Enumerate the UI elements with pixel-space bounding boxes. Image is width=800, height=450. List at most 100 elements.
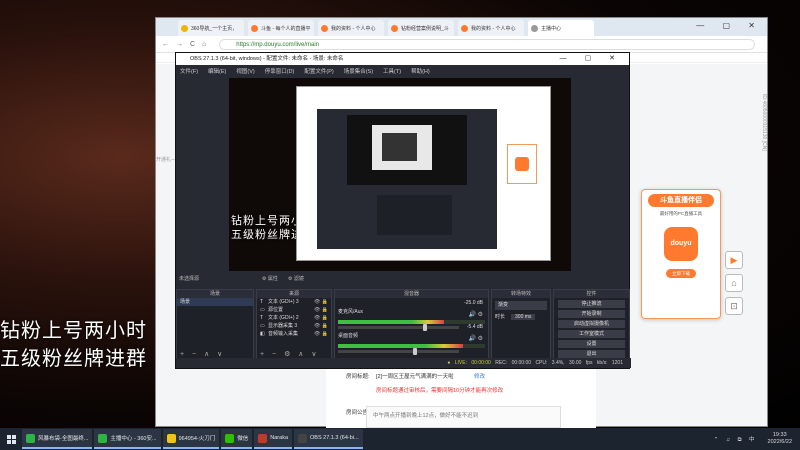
menu-edit[interactable]: 编辑(E) [208, 67, 226, 75]
mixer-track: 麦克风/Aux -25.0 dB 🔊 ⚙ [338, 300, 485, 331]
track-db: -25.0 dB [464, 300, 483, 306]
obs-menu-bar: 文件(F) 编辑(E) 视图(V) 停靠窗口(D) 配置文件(P) 场景集合(S… [176, 65, 629, 76]
taskbar-app[interactable]: 风暴布袋-全图最终... [22, 429, 93, 449]
source-label: 文本 (GDI+) 3 [268, 299, 299, 305]
home-icon[interactable]: ⌂ [725, 274, 743, 292]
forward-icon[interactable]: → [176, 41, 183, 48]
obs-preview[interactable]: 钻粉上号两小时 五级粉丝牌进群 [229, 78, 571, 271]
menu-docks[interactable]: 停靠窗口(D) [265, 67, 295, 75]
browser-tab[interactable]: 360导航_一个主页， [178, 20, 244, 36]
promo-card[interactable]: 斗鱼直播伴侣 最好用的PC直播工具 douyu 立即下载 [641, 189, 721, 319]
browser-window-controls[interactable]: — ▢ ✕ [696, 21, 763, 30]
browser-tab[interactable]: 斗鱼 - 每个人的直播平 [248, 20, 314, 36]
studio-mode-button[interactable]: 工作室模式 [558, 330, 625, 338]
nested-promo-card [507, 144, 537, 184]
visibility-lock-icons[interactable]: 👁 🔒 [314, 330, 328, 338]
virtual-camera-button[interactable]: 启动虚拟摄像机 [558, 320, 625, 328]
app-icon [258, 433, 268, 443]
overlay-line-2: 五级粉丝牌进群 [0, 346, 147, 370]
volume-knob[interactable] [413, 348, 418, 355]
exit-button[interactable]: 退出 [558, 350, 625, 358]
taskbar-app[interactable]: 主播中心 - 360安... [94, 429, 161, 449]
duration-label: 时长 [495, 314, 506, 320]
duration-input[interactable]: 300 ms [511, 314, 536, 320]
browser-tab[interactable]: 我的资料 - 个人中心 [458, 20, 524, 36]
transitions-dock-title: 转场特效 [492, 290, 550, 298]
tray-icons[interactable]: ⌃ ♫ ⧉ 中 [714, 435, 758, 444]
tab-label: 360导航_一个主页， [191, 25, 238, 32]
tab-bar: 360导航_一个主页， 斗鱼 - 每个人的直播平 我的资料 - 个人中心 钻粉经… [156, 18, 767, 36]
scene-item[interactable]: 场景 [177, 298, 253, 306]
stop-streaming-button[interactable]: 停止推流 [558, 300, 625, 308]
controls-dock-title: 控件 [554, 290, 629, 298]
browser-tab[interactable]: 钻粉经营案例说明_斗 [388, 20, 454, 36]
address-bar: ← → C ⌂ https://mp.douyu.com/live/main [156, 36, 767, 53]
level-meter [338, 344, 485, 348]
source-item[interactable]: T 文本 (GDI+) 2 👁 🔒 [257, 314, 331, 322]
room-title-value: [2]一周区王屋元气满满的一天啦 [376, 374, 454, 380]
taskbar-app[interactable]: 964954-火刀门 [162, 429, 220, 449]
source-toolbar: 未选择源 ⚙ 属性 ⚙ 滤镜 [176, 274, 631, 285]
start-recording-button[interactable]: 开始录制 [558, 310, 625, 318]
tab-favicon-icon [321, 24, 328, 32]
menu-scene-collection[interactable]: 场景集合(S) [344, 67, 373, 75]
filters-button[interactable]: ⚙ 滤镜 [288, 274, 304, 285]
visibility-lock-icons[interactable]: 👁 🔒 [314, 322, 328, 330]
reload-icon[interactable]: C [190, 41, 195, 48]
source-item[interactable]: ▭ 源位置 👁 🔒 [257, 306, 331, 314]
url-input[interactable]: https://mp.douyu.com/live/main [219, 38, 755, 50]
nested-obs-window [317, 109, 497, 249]
browser-tab[interactable]: 我的资料 - 个人中心 [318, 20, 384, 36]
source-label: 源位置 [268, 307, 284, 313]
menu-profile[interactable]: 配置文件(P) [304, 67, 333, 75]
visibility-lock-icons[interactable]: 👁 🔒 [314, 298, 328, 306]
browser-tab-active[interactable]: 主播中心 [528, 20, 594, 36]
taskbar-app[interactable]: 微信 [221, 429, 253, 449]
menu-tools[interactable]: 工具(T) [383, 67, 401, 75]
properties-button[interactable]: ⚙ 属性 [262, 274, 278, 285]
transition-select[interactable]: 渐变 [495, 301, 547, 310]
play-icon[interactable]: ▶ [725, 251, 743, 269]
douyu-logo-icon: douyu [664, 227, 698, 261]
mute-gear-icons[interactable]: 🔊 ⚙ [468, 311, 483, 318]
obs-title-bar: OBS 27.1.3 (64-bit, windows) - 配置文件: 未命名… [176, 53, 629, 65]
home-icon[interactable]: ⌂ [202, 41, 206, 48]
tab-favicon-icon [251, 24, 258, 32]
track-name: 桌面音频 [338, 333, 359, 339]
source-item[interactable]: ▭ 显示器采集 3 👁 🔒 [257, 322, 331, 330]
download-button[interactable]: 立即下载 [666, 269, 696, 278]
nested-obs-preview [347, 115, 467, 185]
app-label: OBS 27.1.3 (64-bi... [310, 435, 359, 441]
source-label: 文本 (GDI+) 2 [268, 315, 299, 321]
settings-button[interactable]: 设置 [558, 340, 625, 348]
tab-favicon-icon [531, 24, 538, 32]
obs-status-bar: ● LIVE: 00:00:00 REC: 00:00:00 CPU: 3.4%… [176, 358, 631, 368]
taskbar: 风暴布袋-全图最终... 主播中心 - 360安... 964954-火刀门 微… [0, 428, 800, 450]
taskbar-app[interactable]: OBS 27.1.3 (64-bi... [294, 429, 363, 449]
start-button[interactable] [0, 428, 22, 450]
app-label: 964954-火刀门 [178, 436, 216, 442]
back-icon[interactable]: ← [162, 41, 169, 48]
display-source-icon: ▭ [260, 307, 265, 313]
broadcast-icon[interactable]: ⊡ [725, 297, 743, 315]
source-item[interactable]: ◧ 音频输入采集 👁 🔒 [257, 330, 331, 338]
volume-slider[interactable] [338, 348, 459, 355]
promo-subtitle: 最好用的PC直播工具 [659, 211, 703, 216]
menu-file[interactable]: 文件(F) [180, 67, 198, 75]
source-label: 显示器采集 3 [268, 323, 298, 329]
menu-help[interactable]: 帮助(H) [411, 67, 430, 75]
edit-title-link[interactable]: 修改 [474, 372, 485, 380]
text-source-icon: T [260, 315, 264, 321]
scenes-dock-title: 场景 [177, 290, 253, 298]
taskbar-app[interactable]: Naraka [254, 429, 293, 449]
obs-window-controls[interactable]: — ▢ ✕ [560, 53, 623, 65]
source-item[interactable]: T 文本 (GDI+) 3 👁 🔒 [257, 298, 331, 306]
app-label: Naraka [270, 435, 289, 441]
visibility-lock-icons[interactable]: 👁 🔒 [314, 306, 328, 314]
visibility-lock-icons[interactable]: 👁 🔒 [314, 314, 328, 322]
room-notice-input[interactable]: 中午两点开播到晚上12点，做好不能不迟到 [366, 406, 561, 428]
mute-gear-icons[interactable]: 🔊 ⚙ [468, 335, 483, 342]
clock[interactable]: 19:33 2022/6/22 [768, 432, 792, 446]
sources-dock: 来源 T 文本 (GDI+) 3 👁 🔒 ▭ 源位置 👁 🔒 T 文本 (GDI+) 2 👁… [256, 289, 332, 361]
menu-view[interactable]: 视图(V) [236, 67, 254, 75]
